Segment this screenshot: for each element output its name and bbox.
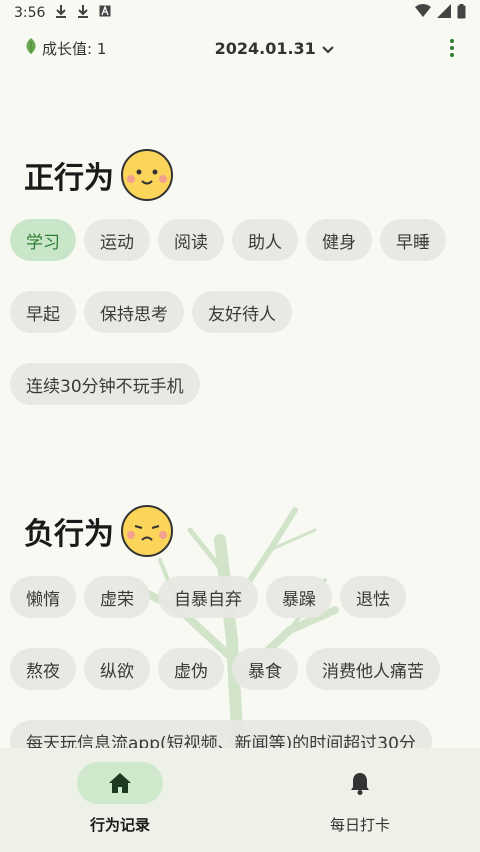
bottom-navigation: 行为记录 每日打卡 (0, 748, 480, 852)
negative-behavior-chip-row: 懒惰 虚荣 自暴自弃 暴躁 退怯 (10, 576, 480, 618)
nav-label: 每日打卡 (329, 816, 390, 834)
positive-chips: 学习 运动 阅读 助人 健身 早睡 早起 保持思考 友好待人 连续30分钟不玩手机 (10, 219, 480, 435)
wifi-icon (415, 4, 431, 22)
date-label: 2024.01.31 (214, 38, 316, 58)
positive-behavior-chip[interactable]: 友好待人 (192, 291, 292, 333)
negative-chips: 懒惰 虚荣 自暴自弃 暴躁 退怯 熬夜 纵欲 虚伪 暴食 消费他人痛苦 每天玩信息流app(短视频、… (10, 576, 480, 748)
download-icon (77, 4, 89, 22)
leaf-icon (24, 37, 38, 59)
negative-behavior-chip[interactable]: 每天玩信息流app(短视频、新闻等)的时间超过30分 (10, 720, 432, 748)
bell-icon (317, 762, 403, 804)
positive-behavior-chip-row: 学习 运动 阅读 助人 健身 早睡 (10, 219, 480, 261)
positive-behavior-chip-row: 早起 保持思考 友好待人 (10, 291, 480, 333)
positive-behavior-chip[interactable]: 早起 (10, 291, 76, 333)
battery-icon (457, 3, 466, 23)
nav-item[interactable]: 每日打卡 (240, 748, 480, 852)
signal-icon (437, 4, 451, 22)
main-content: 正行为 学习 运动 阅读 助人 健身 早睡 早起 保持思考 友好待人 连续30分钟不玩手机 负行为… (0, 70, 480, 748)
negative-behavior-chip[interactable]: 懒惰 (10, 576, 76, 618)
status-bar: 3:56 (0, 0, 480, 26)
growth-label: 成长值: 1 (42, 39, 107, 58)
nav-label: 行为记录 (89, 816, 150, 834)
smile-emoji-icon (121, 149, 173, 201)
positive-behavior-chip-row: 连续30分钟不玩手机 (10, 363, 480, 405)
positive-behavior-chip[interactable]: 助人 (232, 219, 298, 261)
negative-behavior-chip[interactable]: 纵欲 (84, 648, 150, 690)
positive-behavior-chip[interactable]: 连续30分钟不玩手机 (10, 363, 200, 405)
positive-title: 正行为 (24, 161, 114, 196)
positive-behavior-chip[interactable]: 保持思考 (84, 291, 184, 333)
growth-value: 成长值: 1 (24, 37, 106, 59)
nav-item[interactable]: 行为记录 (0, 748, 240, 852)
negative-behavior-chip[interactable]: 自暴自弃 (158, 576, 258, 618)
chevron-down-icon (322, 39, 334, 58)
negative-behavior-chip[interactable]: 消费他人痛苦 (306, 648, 440, 690)
positive-behavior-chip[interactable]: 早睡 (380, 219, 446, 261)
download-icon (55, 4, 67, 22)
negative-behavior-chip-row: 每天玩信息流app(短视频、新闻等)的时间超过30分 (10, 720, 480, 748)
date-selector[interactable]: 2024.01.31 (215, 39, 334, 58)
positive-behavior-chip[interactable]: 阅读 (158, 219, 224, 261)
negative-behavior-chip-row: 熬夜 纵欲 虚伪 暴食 消费他人痛苦 (10, 648, 480, 690)
negative-section-title: 负行为 (24, 504, 174, 558)
positive-behavior-chip[interactable]: 健身 (306, 219, 372, 261)
home-icon (77, 762, 163, 804)
status-time: 3:56 (14, 5, 46, 21)
font-icon (99, 5, 111, 21)
positive-behavior-chip[interactable]: 运动 (84, 219, 150, 261)
positive-behavior-chip[interactable]: 学习 (10, 219, 76, 261)
sad-emoji-icon (121, 505, 173, 557)
positive-section-title: 正行为 (24, 148, 174, 202)
negative-behavior-chip[interactable]: 退怯 (340, 576, 406, 618)
negative-behavior-chip[interactable]: 暴食 (232, 648, 298, 690)
negative-behavior-chip[interactable]: 暴躁 (266, 576, 332, 618)
more-menu-icon[interactable] (442, 35, 462, 61)
top-bar: 成长值: 1 2024.01.31 (0, 26, 480, 70)
negative-title: 负行为 (24, 517, 114, 552)
negative-behavior-chip[interactable]: 熬夜 (10, 648, 76, 690)
negative-behavior-chip[interactable]: 虚荣 (84, 576, 150, 618)
negative-behavior-chip[interactable]: 虚伪 (158, 648, 224, 690)
